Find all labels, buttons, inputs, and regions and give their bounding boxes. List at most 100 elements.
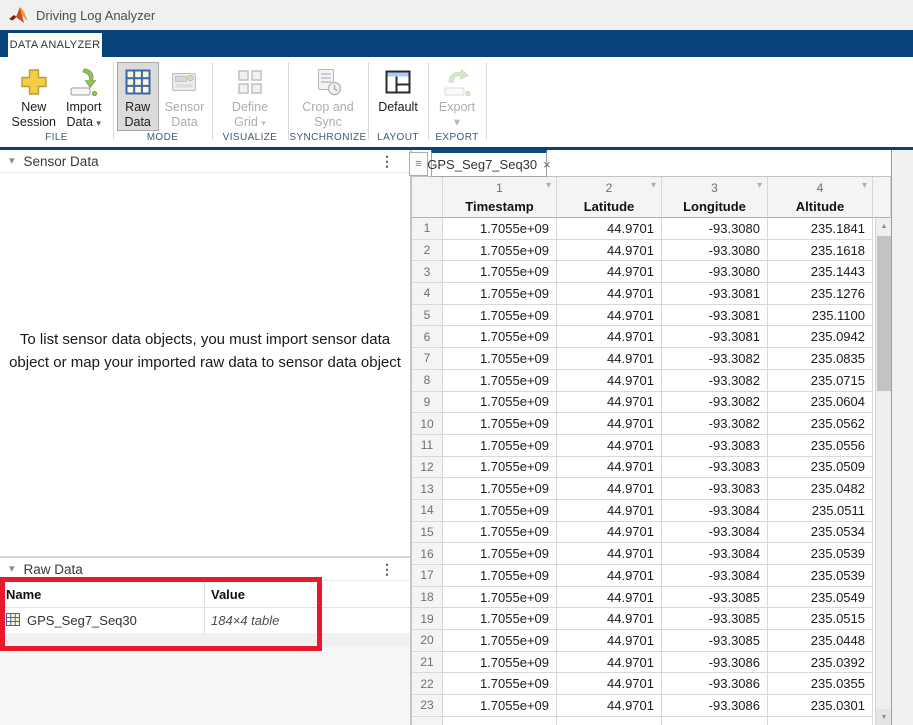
data-cell[interactable]: 235.0301 <box>768 695 873 717</box>
data-cell[interactable]: 1.7055e+09 <box>443 500 557 522</box>
data-cell[interactable]: 1.7055e+09 <box>443 522 557 544</box>
data-cell[interactable]: -93.3081 <box>662 283 768 305</box>
data-cell[interactable]: 235.0392 <box>768 652 873 674</box>
data-cell[interactable]: 44.9701 <box>557 413 662 435</box>
data-cell[interactable]: 1.7055e+09 <box>443 673 557 695</box>
data-cell[interactable]: -93.3083 <box>662 478 768 500</box>
row-number-cell[interactable]: 20 <box>412 630 443 652</box>
column-menu-caret-icon[interactable]: ▾ <box>757 180 762 191</box>
data-cell[interactable]: 44.9701 <box>557 478 662 500</box>
data-cell[interactable]: 1.7055e+09 <box>443 283 557 305</box>
data-cell[interactable]: 1.7055e+09 <box>443 435 557 457</box>
collapse-triangle-icon[interactable]: ▾ <box>9 564 15 575</box>
data-cell[interactable]: 44.9701 <box>557 435 662 457</box>
data-cell[interactable]: 44.9701 <box>557 587 662 609</box>
data-cell[interactable]: 44.9701 <box>557 305 662 327</box>
data-cell[interactable]: 235.0539 <box>768 543 873 565</box>
scroll-down-arrow-icon[interactable]: ▼ <box>876 709 892 725</box>
data-cell[interactable]: -93.3083 <box>662 457 768 479</box>
data-cell[interactable]: 1.7055e+09 <box>443 392 557 414</box>
data-cell[interactable]: 235.1100 <box>768 305 873 327</box>
data-cell[interactable]: 235.0534 <box>768 522 873 544</box>
new-session-button[interactable]: New Session <box>8 62 60 131</box>
data-cell[interactable]: 1.7055e+09 <box>443 218 557 240</box>
scroll-up-arrow-icon[interactable]: ▲ <box>876 218 892 234</box>
document-tab-gps-seg7-seq30[interactable]: GPS_Seg7_Seq30 × <box>431 150 547 177</box>
data-cell[interactable]: 1.7055e+09 <box>443 348 557 370</box>
data-cell[interactable]: -93.3085 <box>662 587 768 609</box>
data-cell[interactable]: 44.9701 <box>557 652 662 674</box>
data-cell[interactable]: 1.7055e+09 <box>443 478 557 500</box>
close-icon[interactable]: × <box>543 157 551 172</box>
data-cell[interactable]: -93.3085 <box>662 608 768 630</box>
data-cell[interactable]: 44.9701 <box>557 608 662 630</box>
row-number-cell[interactable]: 4 <box>412 283 443 305</box>
data-cell[interactable]: -93.3083 <box>662 435 768 457</box>
table-row[interactable]: 111.7055e+0944.9701-93.3083235.0556 <box>412 435 891 457</box>
data-cell[interactable]: 235.0562 <box>768 413 873 435</box>
row-number-cell[interactable]: 5 <box>412 305 443 327</box>
data-cell[interactable]: 44.9701 <box>557 522 662 544</box>
data-cell[interactable]: 1.7055e+09 <box>443 543 557 565</box>
data-cell[interactable]: -93.3086 <box>662 673 768 695</box>
data-cell[interactable]: 44.9701 <box>557 370 662 392</box>
row-number-cell[interactable]: 12 <box>412 457 443 479</box>
data-cell[interactable]: -93.3084 <box>662 565 768 587</box>
export-button[interactable]: Export ▾ <box>435 62 479 131</box>
table-row[interactable]: 131.7055e+0944.9701-93.3083235.0482 <box>412 478 891 500</box>
data-cell[interactable]: 44.9701 <box>557 630 662 652</box>
data-cell[interactable]: 1.7055e+09 <box>443 261 557 283</box>
data-cell[interactable]: 235.0355 <box>768 673 873 695</box>
data-cell[interactable]: -93.3084 <box>662 522 768 544</box>
data-cell[interactable]: 1.7055e+09 <box>443 587 557 609</box>
data-cell[interactable]: -93.3085 <box>662 630 768 652</box>
data-cell[interactable]: 1.7055e+09 <box>443 565 557 587</box>
row-number-cell[interactable]: 8 <box>412 370 443 392</box>
table-row[interactable]: 11.7055e+0944.9701-93.3080235.1841 <box>412 218 891 240</box>
data-cell[interactable]: -93.3081 <box>662 326 768 348</box>
data-cell[interactable]: -93.3080 <box>662 261 768 283</box>
data-cell[interactable]: 1.7055e+09 <box>443 305 557 327</box>
row-number-cell[interactable]: 22 <box>412 673 443 695</box>
row-number-cell[interactable]: 13 <box>412 478 443 500</box>
data-cell[interactable]: -93.3084 <box>662 500 768 522</box>
data-cell[interactable]: -93.3086 <box>662 652 768 674</box>
panel-menu-dots-icon[interactable]: ⋮ <box>380 153 394 170</box>
data-cell[interactable]: -93.3080 <box>662 218 768 240</box>
data-cell[interactable]: 44.9701 <box>557 218 662 240</box>
row-number-cell[interactable]: 9 <box>412 392 443 414</box>
table-row[interactable]: 81.7055e+0944.9701-93.3082235.0715 <box>412 370 891 392</box>
table-row[interactable]: 151.7055e+0944.9701-93.3084235.0534 <box>412 522 891 544</box>
data-cell[interactable]: 44.9701 <box>557 326 662 348</box>
data-cell[interactable]: 235.0715 <box>768 370 873 392</box>
default-layout-button[interactable]: Default <box>374 62 422 117</box>
data-cell[interactable]: -93.3081 <box>662 305 768 327</box>
table-row[interactable]: 91.7055e+0944.9701-93.3082235.0604 <box>412 392 891 414</box>
data-cell[interactable]: -93.3082 <box>662 370 768 392</box>
data-cell[interactable]: -93.3082 <box>662 392 768 414</box>
row-number-cell[interactable]: 2 <box>412 240 443 262</box>
data-cell[interactable]: 235.1443 <box>768 261 873 283</box>
data-cell[interactable]: 235.1276 <box>768 283 873 305</box>
raw-header-name[interactable]: Name <box>0 581 205 607</box>
row-number-cell[interactable]: 11 <box>412 435 443 457</box>
table-row[interactable]: 161.7055e+0944.9701-93.3084235.0539 <box>412 543 891 565</box>
crop-and-sync-button[interactable]: Crop and Sync <box>298 62 357 131</box>
document-bar-handle-icon[interactable]: ≡ <box>409 152 428 176</box>
data-cell[interactable]: 44.9701 <box>557 240 662 262</box>
row-number-cell[interactable]: 1 <box>412 218 443 240</box>
data-cell[interactable]: 235.1618 <box>768 240 873 262</box>
data-cell[interactable]: 235.0509 <box>768 457 873 479</box>
data-cell[interactable]: 235.0604 <box>768 392 873 414</box>
data-cell[interactable]: 44.9701 <box>557 673 662 695</box>
table-row[interactable]: 41.7055e+0944.9701-93.3081235.1276 <box>412 283 891 305</box>
data-cell[interactable]: 235.0515 <box>768 608 873 630</box>
data-cell[interactable]: 235.0549 <box>768 587 873 609</box>
collapse-triangle-icon[interactable]: ▾ <box>9 156 15 167</box>
table-row[interactable]: 51.7055e+0944.9701-93.3081235.1100 <box>412 305 891 327</box>
column-header-timestamp[interactable]: 1 Timestamp ▾ <box>443 177 557 218</box>
table-row[interactable]: 141.7055e+0944.9701-93.3084235.0511 <box>412 500 891 522</box>
row-number-cell[interactable]: 16 <box>412 543 443 565</box>
data-cell[interactable]: 235.0511 <box>768 500 873 522</box>
data-cell[interactable]: -93.3086 <box>662 695 768 717</box>
